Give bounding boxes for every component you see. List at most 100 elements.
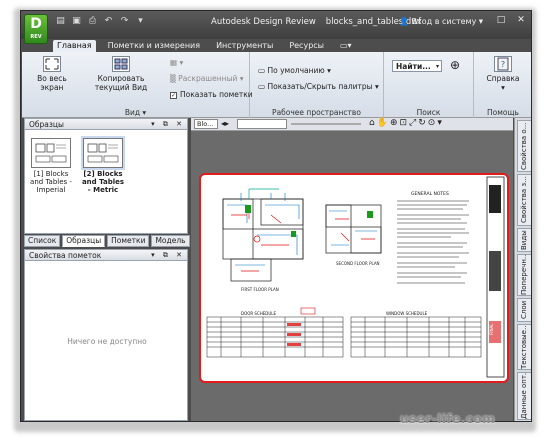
orbit-icon[interactable]: ↻ [418, 118, 428, 128]
chevron-down-icon: ▾ [327, 66, 331, 75]
drawing-canvas[interactable]: FIRST FLOOR PLAN SECOND FLOOR PLAN GENER… [191, 131, 513, 421]
group-view-label[interactable]: Вид ▾ [22, 108, 249, 117]
palettes-label: Показать/Скрыть палитры [267, 82, 373, 91]
undo-icon[interactable]: ↶ [103, 16, 114, 26]
group-search: Найти... ▾ ⊕ Поиск [384, 52, 474, 118]
page-combo[interactable] [237, 119, 287, 129]
tab-sheet-properties[interactable]: Свойства з... [517, 174, 531, 226]
ribbon-toggle-icon[interactable]: ▭▾ [336, 40, 356, 52]
tab-text[interactable]: Текстовые... [517, 324, 531, 370]
sheet-selector[interactable]: Blo... [194, 119, 218, 129]
search-input[interactable]: Найти... ▾ [392, 60, 442, 72]
window-controls: – □ ✕ [473, 14, 529, 26]
panel-controls[interactable]: ▾ ⧉ ✕ [151, 119, 185, 130]
right-palette-tabs: Свойства о... Свойства з... Виды Попереч… [514, 118, 531, 421]
chevron-down-icon: ▾ [435, 63, 439, 70]
thumbnail-sheet-2[interactable]: [2] Blocks and Tables - Metric [81, 136, 125, 194]
group-help: ? Справка ▾ Помощь [474, 52, 531, 118]
thumbnails-panel-title: Образцы [29, 120, 64, 129]
chevron-down-icon[interactable]: ▾ [437, 118, 444, 128]
final-stamp: FINAL [489, 323, 494, 335]
zoom-rect-icon[interactable]: ⊡ [399, 118, 409, 128]
home-icon[interactable]: ⌂ [369, 118, 377, 128]
app-menu-button[interactable]: D REV [24, 14, 48, 44]
qat-dropdown-icon[interactable]: ▾ [135, 16, 146, 26]
workspace-default-dropdown[interactable]: ▭ По умолчанию ▾ [258, 66, 331, 75]
tab-thumbnails[interactable]: Образцы [62, 235, 106, 247]
maximize-icon[interactable]: □ [493, 14, 509, 26]
group-view: Во весь экран Копировать текущий Вид ▦ ▾… [22, 52, 253, 118]
fit-icon[interactable]: ⤢ [409, 118, 418, 128]
signin-button[interactable]: 👤 Вход в систему ▾ [399, 17, 483, 26]
user-icon: 👤 [399, 17, 409, 26]
svg-text:?: ? [501, 60, 505, 69]
chevron-down-icon: ▾ [179, 58, 184, 67]
thumbnail-label: [2] Blocks and Tables - Metric [81, 170, 125, 194]
help-label: Справка [486, 74, 520, 83]
chevron-down-icon: ▾ [239, 74, 244, 83]
tab-list[interactable]: Список [24, 235, 61, 247]
colorized-label: Раскрашенный [178, 74, 238, 83]
tab-data[interactable]: Данные опт... [517, 372, 531, 420]
notes-title: GENERAL NOTES [411, 191, 449, 197]
group-workspace-label: Рабочее пространство [272, 108, 361, 117]
tab-views[interactable]: Виды [517, 228, 531, 252]
binoculars-icon[interactable]: ⊕ [450, 58, 460, 72]
copy-view-icon [112, 56, 130, 72]
tab-resources[interactable]: Ресурсы [285, 40, 328, 52]
navigate-icon[interactable]: ◂▸ [221, 119, 229, 128]
thumbnail-image [81, 136, 125, 170]
save-icon[interactable]: ▣ [71, 16, 82, 26]
markup-properties-header: Свойства пометок ▾ ⧉ ✕ [24, 249, 188, 261]
empty-message: Ничего не доступно [67, 337, 147, 346]
drawing-sheet: FIRST FLOOR PLAN SECOND FLOOR PLAN GENER… [199, 173, 509, 383]
minimize-icon[interactable]: – [473, 14, 489, 26]
close-icon[interactable]: ✕ [513, 14, 529, 26]
palettes-icon: ▭ [258, 82, 266, 91]
title-bar: D REV ▤ ▣ ⎙ ↶ ↷ ▾ Autodesk Design Review… [21, 11, 531, 44]
help-book-icon: ? [494, 56, 512, 72]
tab-markup[interactable]: Пометки и измерения [104, 40, 205, 52]
tab-object-properties[interactable]: Свойства о... [517, 120, 531, 172]
show-markup-checkbox[interactable]: ✓ Показать пометки [170, 90, 253, 99]
search-input-text: Найти... [396, 62, 431, 71]
tab-model[interactable]: Модель [151, 235, 190, 247]
help-button[interactable]: ? Справка ▾ [480, 56, 526, 92]
toggle-palettes-dropdown[interactable]: ▭ Показать/Скрыть палитры ▾ [258, 82, 379, 91]
layout-icon[interactable]: ▦ [170, 58, 177, 67]
group-search-label: Поиск [416, 108, 441, 117]
view-tools[interactable]: ⌂✋⊕⊡⤢↻⊙▾ [369, 118, 444, 128]
app-logo-letter: D [30, 16, 42, 32]
open-icon[interactable]: ▤ [55, 16, 66, 26]
signin-label: Вход в систему [411, 17, 477, 26]
tab-cross-sections[interactable]: Поперечн... [517, 254, 531, 296]
print-icon[interactable]: ⎙ [87, 16, 98, 26]
zoom-slider[interactable] [291, 123, 361, 125]
tab-tools[interactable]: Инструменты [212, 40, 277, 52]
ribbon: Во весь экран Копировать текущий Вид ▦ ▾… [22, 52, 531, 118]
fit-to-window-button[interactable]: Во весь экран [28, 56, 76, 92]
panel-controls[interactable]: ▾ ⧉ ✕ [151, 250, 185, 261]
thumbnail-sheet-1[interactable]: [1] Blocks and Tables - Imperial [29, 138, 73, 194]
checkbox-icon: ✓ [170, 91, 177, 99]
thumbnails-panel: [1] Blocks and Tables - Imperial [2] Blo… [24, 130, 188, 234]
show-markup-label: Показать пометки [180, 90, 253, 99]
window-schedule-title: WINDOW SCHEDULE [386, 311, 428, 316]
redo-icon[interactable]: ↷ [119, 16, 130, 26]
tab-markups[interactable]: Пометки [107, 235, 150, 247]
ribbon-tabs: Главная Пометки и измерения Инструменты … [53, 40, 356, 52]
thumbnail-label: [1] Blocks and Tables - Imperial [30, 170, 72, 194]
drawing-svg: FIRST FLOOR PLAN SECOND FLOOR PLAN GENER… [206, 176, 505, 378]
plan2-title: SECOND FLOOR PLAN [336, 261, 380, 266]
group-view-text: Вид [124, 108, 141, 117]
view-small-icons: ▦ ▾ [170, 58, 183, 67]
pan-icon[interactable]: ✋ [377, 118, 390, 128]
copy-view-button[interactable]: Копировать текущий Вид [84, 56, 158, 92]
app-logo-sub: REV [30, 34, 42, 40]
markup-properties-title: Свойства пометок [29, 251, 102, 260]
colorized-toggle[interactable]: ▒ Раскрашенный ▾ [170, 74, 244, 83]
quick-access-toolbar: ▤ ▣ ⎙ ↶ ↷ ▾ [55, 16, 146, 26]
tab-layers[interactable]: Слои [517, 298, 531, 322]
steering-wheel-icon[interactable]: ⊙ [428, 118, 438, 128]
tab-home[interactable]: Главная [53, 40, 96, 52]
